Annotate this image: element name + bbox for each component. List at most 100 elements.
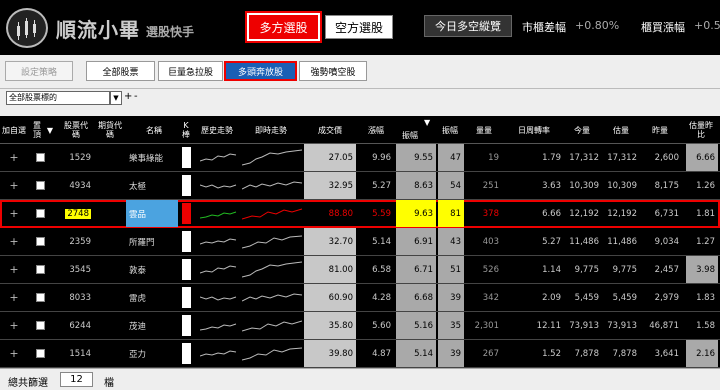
filter-total-label: 總共篩選 [8, 378, 48, 389]
table-row[interactable]: +8033 雷虎 60.90 4.28 6.68 39 342 2.09 5,459 5,459 2… [0, 284, 720, 312]
pin-checkbox[interactable] [32, 256, 48, 283]
stock-code[interactable]: 1529 [58, 144, 94, 171]
add-favorite-button[interactable]: + [4, 144, 24, 171]
stock-name[interactable]: 敦泰 [126, 256, 178, 283]
est-volume-cell: 12,192 [607, 208, 637, 219]
intraday-sparkline [242, 149, 302, 166]
stock-name[interactable]: 所羅門 [126, 228, 178, 255]
add-favorite-button[interactable]: + [4, 200, 24, 227]
pin-checkbox[interactable] [32, 340, 48, 367]
add-favorite-button[interactable]: + [4, 312, 24, 339]
pin-checkbox[interactable] [32, 172, 48, 199]
col-amp-rank[interactable]: 振幅 [438, 116, 462, 144]
volume-cell: 403 [482, 236, 499, 247]
stock-code[interactable]: 2748 [58, 200, 94, 227]
col-add[interactable]: 加自選 [2, 116, 26, 144]
amplitude-sort-icon: ▼ [424, 118, 431, 127]
stock-code[interactable]: 1514 [58, 340, 94, 367]
volume-surge-button[interactable]: 巨量急拉股 [158, 61, 223, 81]
col-yest-volume[interactable]: 昨量 [642, 116, 678, 144]
long-selection-button[interactable]: 多方選股 [245, 11, 322, 43]
col-amplitude[interactable]: ▼ 振幅 [396, 116, 436, 144]
est-ratio-cell: 3.98 [686, 256, 718, 283]
table-row[interactable]: +3545 敦泰 81.00 6.58 6.71 51 526 1.14 9,775 9,775 2… [0, 256, 720, 284]
col-kbar[interactable]: K棒 [180, 116, 192, 144]
col-turnover[interactable]: 日周轉率 [506, 116, 562, 144]
add-favorite-button[interactable]: + [4, 284, 24, 311]
col-code[interactable]: 股票代碼 [62, 116, 90, 144]
table-row[interactable]: +6244 茂迪 35.80 5.60 5.16 35 2,301 12.11 73,913 73… [0, 312, 720, 340]
filter-remove-icon[interactable]: - [134, 91, 144, 105]
add-favorite-button[interactable]: + [4, 172, 24, 199]
intraday-sparkline [242, 181, 302, 190]
intraday-sparkline [242, 235, 302, 249]
market-spread-value: +0.80% [575, 19, 620, 32]
amplitude-cell: 5.14 [396, 340, 436, 367]
table-row[interactable]: +1514 亞力 39.80 4.87 5.14 39 267 1.52 7,878 7,878 3… [0, 340, 720, 368]
table-row[interactable]: +2748 雲品 88.80 5.59 9.63 81 378 6.66 12,192 12,19… [0, 200, 720, 228]
col-today-volume[interactable]: 今量 [566, 116, 598, 144]
table-row[interactable]: +4934 太極 32.95 5.27 8.63 54 251 3.63 10,309 10,30… [0, 172, 720, 200]
change-cell: 5.14 [372, 236, 391, 247]
est-ratio-cell: 6.66 [686, 144, 718, 171]
volume-cell: 251 [482, 180, 499, 191]
col-trend[interactable]: 歷史走勢 [196, 116, 238, 144]
price-cell: 88.80 [328, 208, 353, 219]
stock-name[interactable]: 茂迪 [126, 312, 178, 339]
pin-checkbox[interactable] [32, 228, 48, 255]
col-change[interactable]: 漲幅 [360, 116, 392, 144]
volume-cell: 378 [482, 208, 499, 219]
stock-code[interactable]: 6244 [58, 312, 94, 339]
pin-checkbox[interactable] [32, 200, 48, 227]
bull-run-button[interactable]: 多頭奔放股 [224, 61, 297, 81]
stock-name[interactable]: 亞力 [126, 340, 178, 367]
stock-code[interactable]: 8033 [58, 284, 94, 311]
col-pin[interactable]: 置頂 [30, 116, 44, 144]
today-overview-button[interactable]: 今日多空縱覽 [424, 15, 512, 37]
amplitude-cell: 8.63 [396, 172, 436, 199]
short-selection-button[interactable]: 空方選股 [325, 15, 393, 39]
price-cell: 27.05 [304, 144, 356, 171]
plus-icon: + [9, 319, 19, 332]
add-favorite-button[interactable]: + [4, 228, 24, 255]
stock-name[interactable]: 雲品 [126, 200, 178, 227]
stock-name[interactable]: 太極 [126, 172, 178, 199]
table-row[interactable]: +2359 所羅門 32.70 5.14 6.91 43 403 5.27 11,486 11,4… [0, 228, 720, 256]
col-est-ratio[interactable]: 估量昨比 [686, 116, 716, 144]
amplitude-rank-cell: 39 [438, 340, 464, 367]
stock-name[interactable]: 雷虎 [126, 284, 178, 311]
stock-filter-select[interactable]: 全部股票標的 [6, 91, 110, 105]
volume-cell: 2,301 [474, 320, 499, 331]
strong-short-button[interactable]: 強勢噴空股 [299, 61, 367, 81]
logo-subtitle: 選股快手 [146, 24, 195, 39]
col-name[interactable]: 名稱 [134, 116, 174, 144]
add-favorite-button[interactable]: + [4, 256, 24, 283]
col-price[interactable]: 成交價 [304, 116, 356, 144]
pin-checkbox[interactable] [32, 312, 48, 339]
pin-checkbox[interactable] [32, 284, 48, 311]
table-row[interactable]: +1529 樂事綠能 27.05 9.96 9.55 47 19 1.79 17,312 17,3… [0, 144, 720, 172]
col-volume[interactable]: 量量 [466, 116, 502, 144]
col-est-volume[interactable]: 估量 [604, 116, 638, 144]
stock-name[interactable]: 樂事綠能 [126, 144, 178, 171]
stock-code[interactable]: 2359 [58, 228, 94, 255]
col-futures[interactable]: 期貨代碼 [96, 116, 124, 144]
kbar-icon [182, 343, 191, 364]
pin-sort-icon[interactable]: ▼ [44, 116, 56, 144]
amplitude-cell: 5.16 [396, 312, 436, 339]
filter-dropdown-icon[interactable]: ▼ [110, 91, 122, 105]
est-ratio-cell: 1.27 [696, 236, 715, 247]
amplitude-rank-cell: 51 [438, 256, 464, 283]
change-cell: 9.96 [372, 152, 391, 163]
stock-code[interactable]: 4934 [58, 172, 94, 199]
stock-code-text: 8033 [69, 292, 91, 303]
filter-add-icon[interactable]: + [124, 91, 134, 105]
stock-code[interactable]: 3545 [58, 256, 94, 283]
est-volume-cell: 9,775 [612, 264, 637, 275]
set-strategy-button[interactable]: 設定策略 [5, 61, 73, 81]
pin-checkbox[interactable] [32, 144, 48, 171]
add-favorite-button[interactable]: + [4, 340, 24, 367]
col-intraday[interactable]: 即時走勢 [240, 116, 302, 144]
today-volume-cell: 10,309 [569, 180, 599, 191]
all-stocks-button[interactable]: 全部股票 [86, 61, 155, 81]
